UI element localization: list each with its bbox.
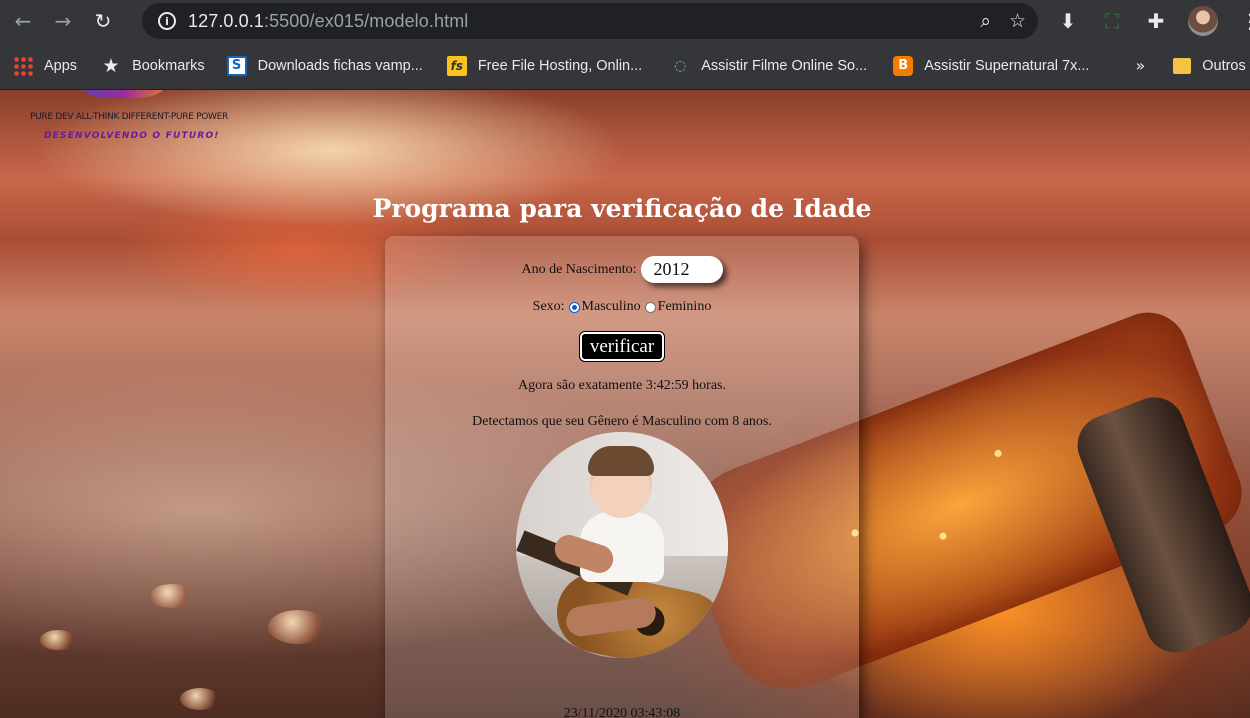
profile-avatar[interactable] — [1188, 6, 1218, 36]
verify-button[interactable]: verificar — [580, 332, 664, 361]
logo-emblem-icon — [68, 90, 178, 98]
site-logo: PURE DEV ALL-THINK DIFFERENT-PURE POWER … — [28, 90, 228, 145]
bookmark-other-favorites[interactable]: Outros favoritos — [1173, 42, 1250, 89]
bookmark-downloads-fichas[interactable]: S Downloads fichas vamp... — [226, 42, 423, 89]
result-photo — [516, 432, 728, 658]
bookmark-supernatural[interactable]: B Assistir Supernatural 7x... — [893, 42, 1089, 89]
background-pebble — [150, 584, 194, 608]
result-text: Detectamos que seu Gênero é Masculino co… — [472, 414, 772, 429]
extensions-puzzle-icon[interactable]: ✚ — [1144, 9, 1168, 33]
radio-feminino-label[interactable]: Feminino — [658, 299, 712, 315]
bookmark-label: Bookmarks — [132, 57, 205, 74]
star-icon: ★ — [102, 54, 120, 77]
logo-slogan: DESENVOLVENDO O FUTURO! — [44, 131, 220, 141]
bookmark-label: Assistir Supernatural 7x... — [924, 57, 1090, 74]
birth-year-label: Ano de Nascimento: — [521, 261, 637, 277]
bookmark-label: Assistir Filme Online So... — [701, 57, 868, 74]
bookmark-free-file-hosting[interactable]: fs Free File Hosting, Onlin... — [446, 42, 643, 89]
reload-icon[interactable]: ↻ — [86, 4, 120, 38]
kebab-menu-icon[interactable]: ⋮ — [1238, 9, 1250, 33]
forward-arrow-icon[interactable]: → — [46, 4, 80, 38]
star-icon[interactable]: ☆ — [1009, 10, 1026, 32]
age-check-panel: Ano de Nascimento: Sexo: Masculino Femin… — [385, 236, 859, 718]
blogger-icon: B — [893, 55, 914, 76]
more-bookmarks-chevron-icon[interactable]: » — [1135, 56, 1145, 75]
background-pebble — [180, 688, 220, 710]
background-pebble — [40, 630, 76, 650]
radio-masculino-label[interactable]: Masculino — [582, 299, 641, 315]
bookmarks-bar: Apps ★ Bookmarks S Downloads fichas vamp… — [0, 42, 1250, 90]
url-host: 127.0.0.1 — [188, 10, 264, 31]
birth-year-row: Ano de Nascimento: — [385, 256, 859, 283]
bookmark-label: Downloads fichas vamp... — [257, 57, 423, 74]
sex-label: Sexo: — [532, 299, 565, 314]
zoom-icon[interactable]: ⌕ — [980, 10, 991, 32]
folder-icon — [1173, 57, 1192, 74]
bookmark-assistir-filme[interactable]: ◌ Assistir Filme Online So... — [670, 42, 867, 89]
page-title: Programa para verificação de Idade — [372, 194, 872, 223]
screen-capture-icon[interactable]: ⛶ — [1100, 9, 1124, 33]
url-path: :5500/ex015/modelo.html — [263, 10, 469, 31]
sex-row: Sexo: Masculino Feminino — [385, 299, 859, 315]
background-pebble — [268, 610, 328, 644]
film-site-icon: ◌ — [674, 57, 687, 74]
address-bar[interactable]: i 127.0.0.1:5500/ex015/modelo.html ⌕ ☆ — [142, 3, 1038, 39]
back-arrow-icon[interactable]: ← — [6, 4, 40, 38]
info-icon[interactable]: i — [158, 12, 176, 30]
bookmark-bookmarks[interactable]: ★ Bookmarks — [101, 42, 205, 89]
site-s-icon: S — [226, 55, 247, 76]
page-viewport: PURE DEV ALL-THINK DIFFERENT-PURE POWER … — [0, 90, 1250, 718]
bookmark-label: Apps — [44, 57, 78, 74]
current-time-text: Agora são exatamente 3:42:59 horas. — [518, 378, 726, 393]
birth-year-input[interactable] — [640, 256, 723, 283]
apps-grid-icon — [13, 55, 33, 76]
logo-tagline: PURE DEV ALL-THINK DIFFERENT-PURE POWER — [30, 112, 228, 122]
bookmark-label: Outros favoritos — [1202, 57, 1250, 74]
radio-feminino[interactable] — [644, 301, 656, 313]
browser-toolbar: ← → ↻ i 127.0.0.1:5500/ex015/modelo.html… — [0, 0, 1250, 42]
radio-masculino[interactable] — [568, 301, 580, 313]
photo-baby-hair — [588, 446, 654, 476]
download-icon[interactable]: ⬇ — [1056, 9, 1080, 33]
bookmark-label: Free File Hosting, Onlin... — [477, 57, 643, 74]
bookmark-apps[interactable]: Apps — [13, 42, 77, 89]
footer-date: 23/11/2020 03:43:08 — [563, 706, 681, 718]
url-text[interactable]: 127.0.0.1:5500/ex015/modelo.html — [188, 11, 468, 32]
fs-logo-icon: fs — [446, 55, 467, 76]
